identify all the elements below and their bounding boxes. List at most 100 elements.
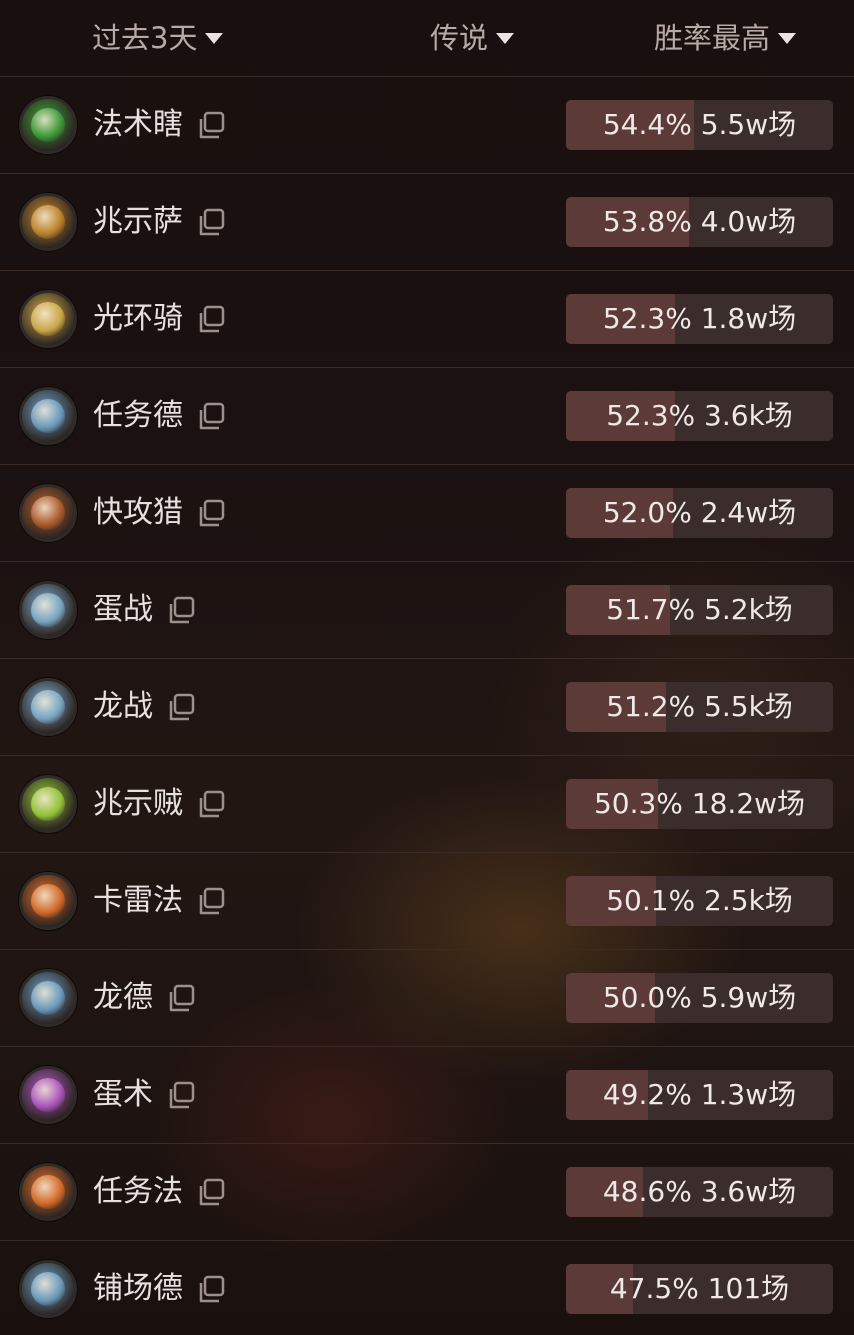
deck-row[interactable]: 兆示贼 50.3% 18.2w场 <box>0 756 854 853</box>
games-count: 5.5w场 <box>700 108 797 141</box>
warrior-class-icon <box>19 581 77 639</box>
caret-down-icon <box>496 32 515 44</box>
deck-row[interactable]: 龙德 50.0% 5.9w场 <box>0 950 854 1047</box>
deck-name: 卡雷法 <box>93 883 183 918</box>
winrate-bar: 52.3% 1.8w场 <box>566 294 833 344</box>
copy-icon[interactable] <box>167 984 197 1014</box>
winrate-value: 53.8% <box>602 205 692 238</box>
winrate-text: 52.3% 3.6k场 <box>566 391 833 441</box>
sort-label: 胜率最高 <box>654 21 771 55</box>
winrate-value: 48.6% <box>602 1175 692 1208</box>
winrate-text: 50.1% 2.5k场 <box>566 876 833 926</box>
paladin-class-icon <box>19 290 77 348</box>
deck-row[interactable]: 光环骑 52.3% 1.8w场 <box>0 271 854 368</box>
games-count: 4.0w场 <box>700 205 797 238</box>
deck-row[interactable]: 任务德 52.3% 3.6k场 <box>0 368 854 465</box>
shaman-class-icon <box>19 193 77 251</box>
deck-row[interactable]: 任务法 48.6% 3.6w场 <box>0 1144 854 1241</box>
deck-list: 法术瞎 54.4% 5.5w场 兆示萨 53.8% 4.0w场 光环骑 52.3 <box>0 77 854 1335</box>
copy-icon[interactable] <box>167 596 197 626</box>
winrate-value: 50.0% <box>602 981 692 1014</box>
deck-name: 兆示贼 <box>93 786 183 821</box>
deck-name: 法术瞎 <box>93 107 183 142</box>
sort-dropdown[interactable]: 胜率最高 <box>654 14 797 58</box>
winrate-bar: 54.4% 5.5w场 <box>566 100 833 150</box>
games-count: 3.6w场 <box>700 1175 797 1208</box>
copy-icon[interactable] <box>197 208 227 238</box>
winrate-bar: 50.3% 18.2w场 <box>566 779 833 829</box>
rank-dropdown[interactable]: 传说 <box>430 14 515 58</box>
deck-row[interactable]: 蛋战 51.7% 5.2k场 <box>0 562 854 659</box>
games-count: 2.5k场 <box>704 884 793 917</box>
winrate-bar: 50.1% 2.5k场 <box>566 876 833 926</box>
winrate-text: 51.2% 5.5k场 <box>566 682 833 732</box>
deck-row[interactable]: 蛋术 49.2% 1.3w场 <box>0 1047 854 1144</box>
winrate-bar: 50.0% 5.9w场 <box>566 973 833 1023</box>
deck-row[interactable]: 龙战 51.2% 5.5k场 <box>0 659 854 756</box>
caret-down-icon <box>205 32 224 44</box>
deck-name: 任务德 <box>93 398 183 433</box>
games-count: 5.2k场 <box>704 593 793 626</box>
mage-class-icon <box>19 1163 77 1221</box>
filter-bar: 过去3天 传说 胜率最高 <box>0 0 854 77</box>
winrate-bar: 51.7% 5.2k场 <box>566 585 833 635</box>
copy-icon[interactable] <box>197 1178 227 1208</box>
games-count: 1.8w场 <box>700 302 797 335</box>
time-range-dropdown[interactable]: 过去3天 <box>92 14 224 58</box>
time-range-label: 过去3天 <box>92 21 198 55</box>
deck-row[interactable]: 快攻猎 52.0% 2.4w场 <box>0 465 854 562</box>
copy-icon[interactable] <box>197 499 227 529</box>
deck-name: 快攻猎 <box>93 495 183 530</box>
winrate-text: 49.2% 1.3w场 <box>566 1070 833 1120</box>
copy-icon[interactable] <box>197 111 227 141</box>
winrate-text: 54.4% 5.5w场 <box>566 100 833 150</box>
deck-name: 蛋战 <box>93 592 153 627</box>
deck-name: 兆示萨 <box>93 204 183 239</box>
copy-icon[interactable] <box>197 790 227 820</box>
deck-name: 龙德 <box>93 980 153 1015</box>
deck-name: 任务法 <box>93 1174 183 1209</box>
winrate-bar: 47.5% 101场 <box>566 1264 833 1314</box>
copy-icon[interactable] <box>197 1275 227 1305</box>
copy-icon[interactable] <box>197 305 227 335</box>
warlock-class-icon <box>19 1066 77 1124</box>
winrate-text: 48.6% 3.6w场 <box>566 1167 833 1217</box>
winrate-text: 53.8% 4.0w场 <box>566 197 833 247</box>
winrate-text: 52.3% 1.8w场 <box>566 294 833 344</box>
copy-icon[interactable] <box>167 693 197 723</box>
rank-label: 传说 <box>430 21 489 55</box>
winrate-bar: 48.6% 3.6w场 <box>566 1167 833 1217</box>
copy-icon[interactable] <box>197 887 227 917</box>
deck-name: 铺场德 <box>93 1271 183 1306</box>
druid-class-icon <box>19 969 77 1027</box>
winrate-value: 47.5% <box>609 1272 699 1305</box>
winrate-value: 49.2% <box>602 1078 692 1111</box>
mage-class-icon <box>19 872 77 930</box>
winrate-value: 50.3% <box>593 787 683 820</box>
winrate-value: 52.0% <box>602 496 692 529</box>
deck-row[interactable]: 兆示萨 53.8% 4.0w场 <box>0 174 854 271</box>
deck-row[interactable]: 卡雷法 50.1% 2.5k场 <box>0 853 854 950</box>
deck-row[interactable]: 铺场德 47.5% 101场 <box>0 1241 854 1335</box>
caret-down-icon <box>778 32 797 44</box>
winrate-bar: 53.8% 4.0w场 <box>566 197 833 247</box>
copy-icon[interactable] <box>167 1081 197 1111</box>
winrate-text: 47.5% 101场 <box>566 1264 833 1314</box>
winrate-value: 51.7% <box>606 593 696 626</box>
winrate-text: 50.3% 18.2w场 <box>566 779 833 829</box>
winrate-text: 50.0% 5.9w场 <box>566 973 833 1023</box>
deck-name: 蛋术 <box>93 1077 153 1112</box>
hunter-class-icon <box>19 484 77 542</box>
games-count: 3.6k场 <box>704 399 793 432</box>
winrate-value: 54.4% <box>602 108 692 141</box>
games-count: 5.9w场 <box>700 981 797 1014</box>
copy-icon[interactable] <box>197 402 227 432</box>
winrate-bar: 51.2% 5.5k场 <box>566 682 833 732</box>
winrate-value: 51.2% <box>606 690 696 723</box>
demon-hunter-class-icon <box>19 96 77 154</box>
winrate-bar: 52.0% 2.4w场 <box>566 488 833 538</box>
deck-name: 光环骑 <box>93 301 183 336</box>
rogue-class-icon <box>19 775 77 833</box>
deck-row[interactable]: 法术瞎 54.4% 5.5w场 <box>0 77 854 174</box>
winrate-bar: 52.3% 3.6k场 <box>566 391 833 441</box>
